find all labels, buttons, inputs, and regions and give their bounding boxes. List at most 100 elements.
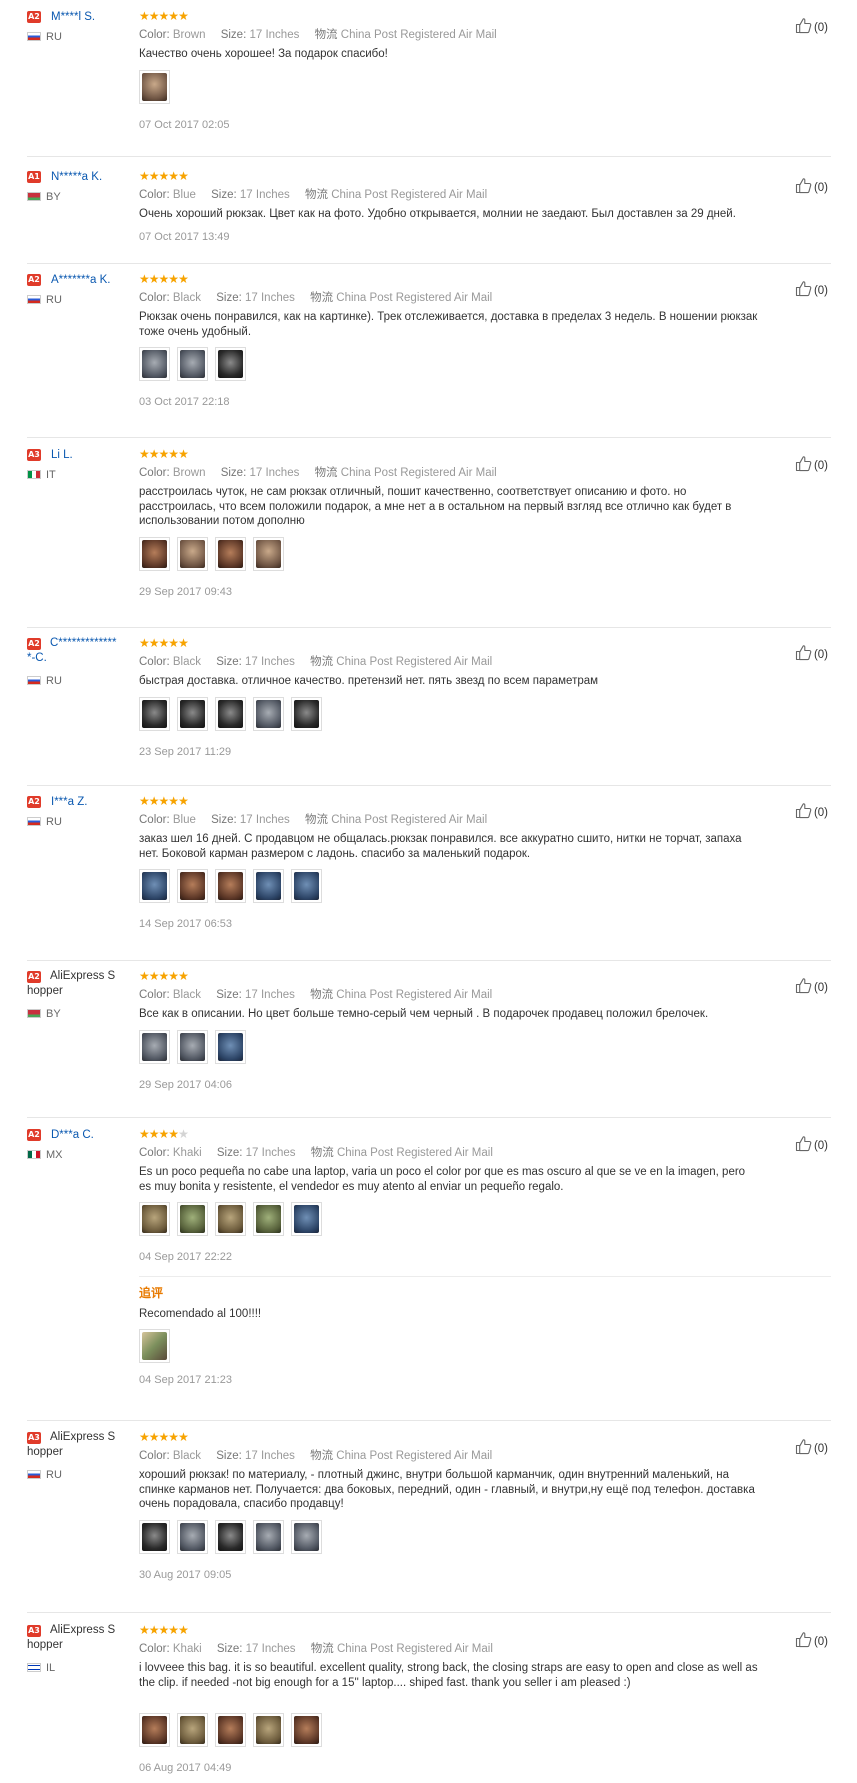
review-photo-thumbnail[interactable] [253,696,284,731]
country-code: RU [46,294,62,306]
review-photo-thumbnail[interactable] [215,1029,246,1064]
buyer-level-badge: A3 [27,449,41,461]
buyer-name[interactable]: C**************-C. [27,636,117,666]
buyer-country: BY [27,1007,61,1021]
review-photo-thumbnail[interactable] [215,1519,246,1554]
color-value: Brown [172,467,206,479]
order-info: Color: Black Size: 17 Inches 物流 China Po… [139,988,492,1002]
review-photo-thumbnail[interactable] [139,696,170,731]
buyer-name[interactable]: Li L. [51,448,141,463]
review-text: Рюкзак очень понравился, как на картинке… [139,311,758,338]
review-date: 06 Aug 2017 04:49 [139,1761,232,1774]
review-photo-thumbnail[interactable] [177,347,208,381]
country-flag-icon [27,1009,41,1018]
size-label: Size: [216,656,242,668]
country-flag-icon [27,676,41,685]
review-photo-thumbnail[interactable] [139,1329,170,1363]
review-photo-thumbnail[interactable] [177,536,208,571]
review-text: хороший рюкзак! по материалу, - плотный … [139,1469,755,1510]
helpful-button[interactable]: (0) [795,644,828,666]
review-photo-thumbnail[interactable] [139,69,170,104]
review-separator [27,263,831,264]
review-photo-thumbnail[interactable] [253,1712,284,1747]
star-rating: ★★★★★ [139,1127,189,1141]
review-photo-thumbnail[interactable] [291,1202,322,1236]
helpful-button[interactable]: (0) [795,17,828,39]
photo-image [180,1032,205,1061]
photo-image [218,1522,243,1551]
review-photo-thumbnail[interactable] [215,347,246,381]
helpful-button[interactable]: (0) [795,802,828,824]
country-flag-icon [27,1150,41,1159]
size-label: Size: [216,292,242,304]
review-photo-thumbnail[interactable] [139,347,170,381]
review-photo-thumbnail[interactable] [291,1519,322,1554]
buyer-name[interactable]: A*******a K. [51,273,141,288]
star-rating: ★★★★★ [139,1430,189,1444]
review-text: i lovveee this bag. it is so beautiful. … [139,1662,758,1689]
helpful-button[interactable]: (0) [795,280,828,302]
review-photo-thumbnail[interactable] [139,869,170,903]
review-text: расстроилась чуток, не сам рюкзак отличн… [139,486,732,527]
buyer-name[interactable]: N*****a K. [51,170,141,185]
size-value: 17 Inches [239,189,290,201]
additional-feedback-date: 04 Sep 2017 21:23 [139,1374,232,1386]
review-photo-thumbnail[interactable] [253,1519,284,1554]
buyer-name[interactable]: I***a Z. [51,795,141,810]
color-label: Color: [139,29,170,41]
buyer-country: RU [27,1468,62,1482]
color-value: Black [172,989,202,1001]
review-photo-thumbnail[interactable] [215,536,246,571]
review-photo-thumbnail[interactable] [177,1712,208,1747]
logistics-label: 物流 [310,656,334,668]
buyer-name[interactable]: M****l S. [51,10,141,25]
star-icon: ★ [168,794,179,808]
review-photo-thumbnail[interactable] [253,536,284,571]
color-value: Black [172,656,202,668]
helpful-button[interactable]: (0) [795,977,828,999]
review-photo-thumbnail[interactable] [215,1712,246,1747]
star-icon: ★ [139,1127,150,1141]
review-photo-thumbnail[interactable] [253,869,284,903]
size-label: Size: [211,189,237,201]
review-photo-thumbnail[interactable] [291,869,322,903]
star-icon: ★ [178,1623,189,1637]
review-photo-thumbnail[interactable] [139,1029,170,1064]
review-photo-thumbnail[interactable] [139,1519,170,1554]
logistics-label: 物流 [304,189,328,201]
review-photo-thumbnail[interactable] [177,1029,208,1064]
logistics-label: 物流 [310,1147,334,1159]
photo-image [180,1522,205,1551]
helpful-count: (0) [813,807,828,819]
review-photo-thumbnail[interactable] [253,1202,284,1236]
review-separator [27,960,831,961]
thumbs-up-icon [795,177,812,199]
review-photo-thumbnail[interactable] [139,536,170,571]
helpful-count: (0) [813,22,828,34]
review-photo-thumbnail[interactable] [291,1712,322,1747]
review-photo-thumbnail[interactable] [177,1519,208,1554]
review-photo-thumbnail[interactable] [177,1202,208,1236]
additional-feedback-label: 追评 [139,1286,164,1300]
helpful-button[interactable]: (0) [795,177,828,199]
helpful-button[interactable]: (0) [795,455,828,477]
helpful-button[interactable]: (0) [795,1438,828,1460]
review-photo-thumbnail[interactable] [139,1202,170,1236]
buyer-name[interactable]: D***a C. [51,1128,141,1143]
review-photo-thumbnail[interactable] [177,696,208,731]
review-date: 29 Sep 2017 09:43 [139,585,232,598]
photo-image [142,1205,167,1233]
review-photo-thumbnail[interactable] [177,869,208,903]
helpful-button[interactable]: (0) [795,1135,828,1157]
review-photo-thumbnail[interactable] [291,696,322,731]
helpful-button[interactable]: (0) [795,1631,828,1653]
star-icon: ★ [178,794,189,808]
review-photo-thumbnail[interactable] [215,696,246,731]
size-label: Size: [220,29,247,41]
order-info: Color: Brown Size: 17 Inches 物流 China Po… [139,466,497,480]
review-photo-thumbnail[interactable] [139,1712,170,1747]
photo-image [294,872,319,900]
logistics-label: 物流 [310,1643,334,1655]
review-photo-thumbnail[interactable] [215,1202,246,1236]
review-photo-thumbnail[interactable] [215,869,246,903]
